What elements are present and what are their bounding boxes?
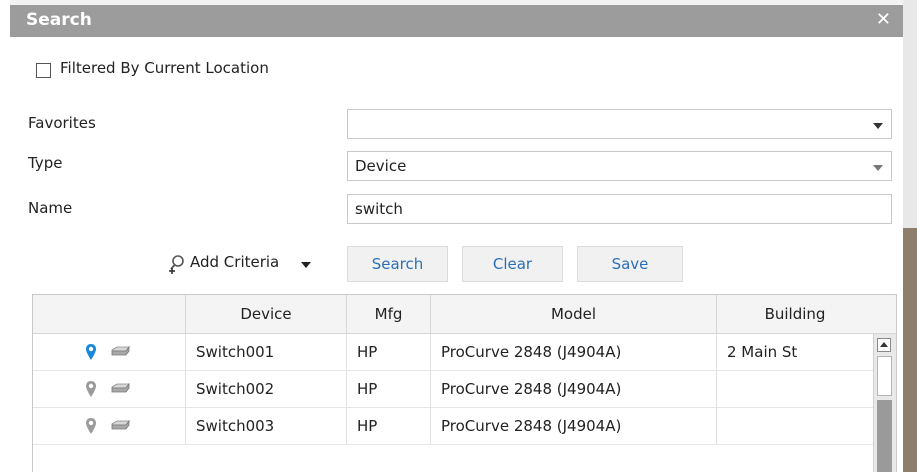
search-dialog: Search ✕ Filtered By Current Location Fa… — [10, 5, 903, 472]
row-divider — [33, 444, 873, 445]
type-label: Type — [28, 154, 63, 172]
column-header-mfg[interactable]: Mfg — [347, 295, 431, 333]
map-pin-icon[interactable] — [85, 343, 97, 361]
column-header-model[interactable]: Model — [431, 295, 717, 333]
search-button[interactable]: Search — [347, 246, 448, 282]
model-cell: ProCurve 2848 (J4904A) — [431, 408, 717, 444]
building-cell — [717, 408, 873, 444]
table-scrollbar[interactable] — [873, 334, 896, 472]
chevron-down-icon — [301, 262, 311, 268]
chevron-down-icon — [873, 165, 883, 171]
mfg-cell: HP — [347, 408, 431, 444]
model-cell: ProCurve 2848 (J4904A) — [431, 371, 717, 407]
table-row[interactable]: Switch002 HP ProCurve 2848 (J4904A) — [33, 371, 873, 407]
background-map-edge — [903, 228, 917, 472]
filter-location-label: Filtered By Current Location — [60, 59, 269, 77]
mfg-cell: HP — [347, 334, 431, 370]
favorites-label: Favorites — [28, 114, 96, 132]
row-icons-cell — [33, 371, 186, 407]
name-input[interactable]: switch — [347, 194, 892, 224]
model-cell: ProCurve 2848 (J4904A) — [431, 334, 717, 370]
dialog-titlebar[interactable]: Search ✕ — [10, 5, 903, 37]
device-cell: Switch002 — [186, 371, 347, 407]
scroll-up-button[interactable] — [877, 338, 891, 352]
mfg-cell: HP — [347, 371, 431, 407]
results-table: Device Mfg Model Building Switch001 HP P… — [32, 294, 897, 472]
background-left — [0, 0, 10, 472]
scrollbar-track[interactable] — [877, 400, 892, 472]
device-cell: Switch001 — [186, 334, 347, 370]
table-header: Device Mfg Model Building — [33, 295, 896, 334]
row-icons-cell — [33, 334, 186, 370]
network-switch-icon — [111, 382, 130, 393]
chevron-down-icon — [873, 123, 883, 129]
add-criteria-label: Add Criteria — [190, 253, 280, 271]
row-icons-cell — [33, 408, 186, 444]
column-header-device[interactable]: Device — [186, 295, 347, 333]
type-select[interactable]: Device — [347, 151, 892, 181]
building-cell: 2 Main St — [727, 343, 798, 361]
device-cell: Switch003 — [186, 408, 347, 444]
save-button[interactable]: Save — [577, 246, 683, 282]
scrollbar-thumb[interactable] — [877, 356, 892, 396]
map-pin-icon[interactable] — [85, 380, 97, 398]
chevron-up-icon — [880, 342, 888, 347]
network-switch-icon — [111, 345, 130, 356]
name-label: Name — [28, 199, 73, 217]
name-input-value: switch — [355, 200, 403, 218]
checkbox-icon[interactable] — [36, 63, 51, 78]
table-row[interactable]: Switch001 HP ProCurve 2848 (J4904A) 2 Ma… — [33, 334, 873, 370]
building-cell — [717, 371, 873, 407]
type-value: Device — [355, 157, 407, 175]
column-header-icons[interactable] — [33, 295, 186, 333]
column-header-building[interactable]: Building — [717, 295, 873, 333]
close-icon[interactable]: ✕ — [876, 9, 891, 30]
table-row[interactable]: Switch003 HP ProCurve 2848 (J4904A) — [33, 408, 873, 444]
map-pin-icon[interactable] — [85, 417, 97, 435]
add-search-icon — [169, 255, 184, 274]
dialog-title: Search — [26, 10, 92, 30]
clear-button[interactable]: Clear — [462, 246, 563, 282]
network-switch-icon — [111, 419, 130, 430]
favorites-select[interactable] — [347, 109, 892, 139]
